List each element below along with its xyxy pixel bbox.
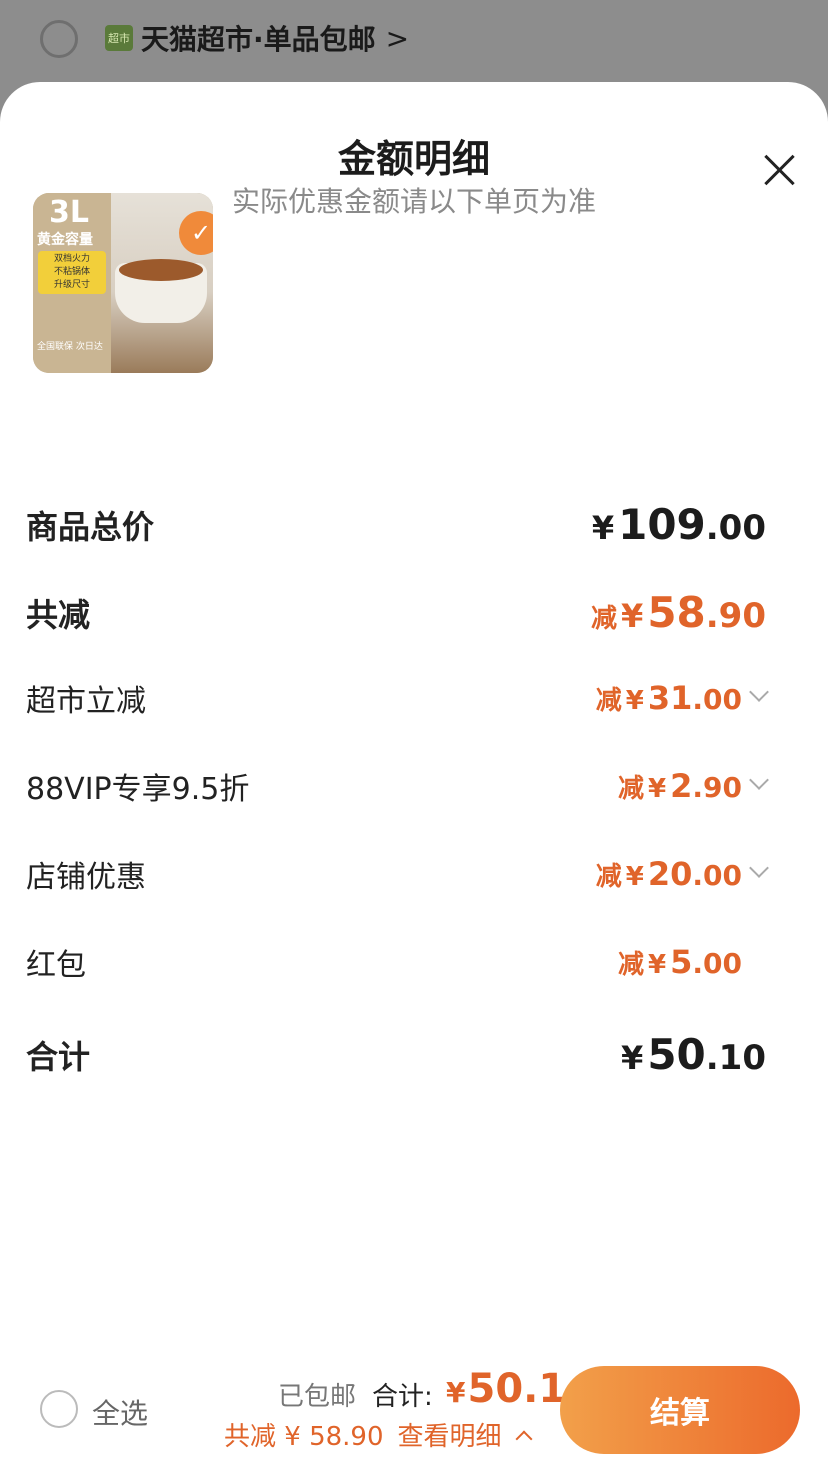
amount-int: 5	[670, 943, 693, 981]
product-feature: 升级尺寸	[53, 280, 90, 290]
row-label: 88VIP专享9.5折	[26, 772, 250, 807]
free-shipping-label: 已包邮	[278, 1382, 357, 1412]
store-logo-icon: 超市	[105, 25, 133, 51]
row-label: 商品总价	[26, 507, 155, 546]
row-label: 店铺优惠	[26, 860, 146, 895]
total-label: 合计:	[372, 1382, 433, 1412]
row-amount: 减 ¥58.90	[591, 588, 766, 637]
sheet-title: 金额明细	[337, 137, 490, 181]
close-icon[interactable]	[762, 152, 798, 188]
row-amount: ¥109.00	[592, 500, 766, 549]
view-detail-link[interactable]: 查看明细	[398, 1416, 502, 1453]
amount-dec: .90	[705, 596, 766, 636]
select-all-radio[interactable]	[40, 1390, 78, 1428]
row-amount: ¥50.10	[621, 1030, 766, 1079]
amount-int: 58	[647, 588, 706, 637]
store-select-radio[interactable]	[40, 20, 78, 58]
minus-prefix: 减	[618, 774, 645, 804]
amount-yen: ¥	[648, 950, 667, 980]
product-feature: 不粘锅体	[53, 267, 90, 277]
amount-yen: ¥	[648, 774, 667, 804]
amount-int: 50	[647, 1030, 706, 1079]
minus-prefix: 减	[618, 950, 645, 980]
amount-row: 共减 减 ¥58.90	[26, 588, 766, 637]
amount-row[interactable]: 店铺优惠 减 ¥20.00	[26, 852, 769, 896]
discount-summary[interactable]: 共减 ¥ 58.90 查看明细	[224, 1416, 533, 1453]
amount-int: 2	[670, 767, 693, 805]
amount-row: 红包 减 ¥5.00	[26, 940, 766, 984]
total-value: 50.1	[467, 1366, 567, 1412]
row-label: 共减	[26, 595, 91, 634]
row-label: 红包	[26, 948, 86, 983]
amount-row: 商品总价 ¥109.00	[26, 500, 766, 549]
total-amount: ¥ 50.1	[446, 1366, 566, 1412]
chevron-down-icon[interactable]	[749, 858, 769, 878]
amount-yen: ¥	[621, 597, 644, 635]
product-badge: 全国联保 次日达	[37, 342, 103, 352]
chevron-down-icon[interactable]	[749, 770, 769, 790]
minus-prefix: 减	[595, 862, 622, 892]
product-feature: 双档火力	[53, 254, 90, 264]
amount-dec: .00	[692, 859, 742, 892]
row-amount: 减 ¥2.90	[618, 767, 742, 805]
chevron-right-icon: >	[385, 21, 410, 55]
product-capacity: 3L	[49, 195, 89, 230]
amount-yen: ¥	[625, 686, 644, 716]
amount-dec: .90	[692, 771, 742, 804]
product-feature-list: 双档火力 不粘锅体 升级尺寸	[38, 251, 106, 294]
store-strip: 超市 天猫超市·单品包邮 >	[0, 0, 828, 90]
amount-yen: ¥	[591, 509, 615, 547]
chevron-up-icon	[515, 1430, 533, 1447]
select-all-label[interactable]: 全选	[92, 1392, 148, 1432]
amount-int: 109	[618, 500, 706, 549]
amount-dec: .00	[705, 508, 766, 548]
product-tagline: 黄金容量	[37, 232, 93, 248]
row-amount: 减 ¥5.00	[618, 943, 742, 981]
row-amount: 减 ¥20.00	[596, 855, 742, 893]
amount-row: 合计 ¥50.10	[26, 1030, 766, 1079]
store-link[interactable]: 超市 天猫超市·单品包邮 >	[105, 18, 409, 58]
amount-dec: .00	[692, 683, 742, 716]
amount-yen: ¥	[621, 1039, 644, 1077]
checkout-button[interactable]: 结算	[560, 1366, 800, 1454]
yen-symbol: ¥	[446, 1376, 466, 1409]
minus-prefix: 减	[595, 686, 622, 716]
amount-int: 31	[647, 679, 693, 717]
amount-int: 20	[647, 855, 693, 893]
amount-row[interactable]: 超市立减 减 ¥31.00	[26, 676, 769, 720]
amount-dec: .00	[692, 947, 742, 980]
amount-dec: .10	[705, 1038, 766, 1078]
store-name: 天猫超市·单品包邮	[141, 23, 376, 56]
row-label: 合计	[26, 1037, 91, 1076]
product-thumbnail[interactable]: 3L 黄金容量 双档火力 不粘锅体 升级尺寸 全国联保 次日达 ✓	[33, 193, 213, 373]
row-amount: 减 ¥31.00	[596, 679, 742, 717]
amount-row[interactable]: 88VIP专享9.5折 减 ¥2.90	[26, 764, 769, 808]
row-label: 超市立减	[26, 684, 146, 719]
chevron-down-icon[interactable]	[749, 682, 769, 702]
amount-yen: ¥	[625, 862, 644, 892]
discount-summary-text: 共减 ¥ 58.90	[224, 1422, 384, 1452]
minus-prefix: 减	[591, 604, 618, 634]
